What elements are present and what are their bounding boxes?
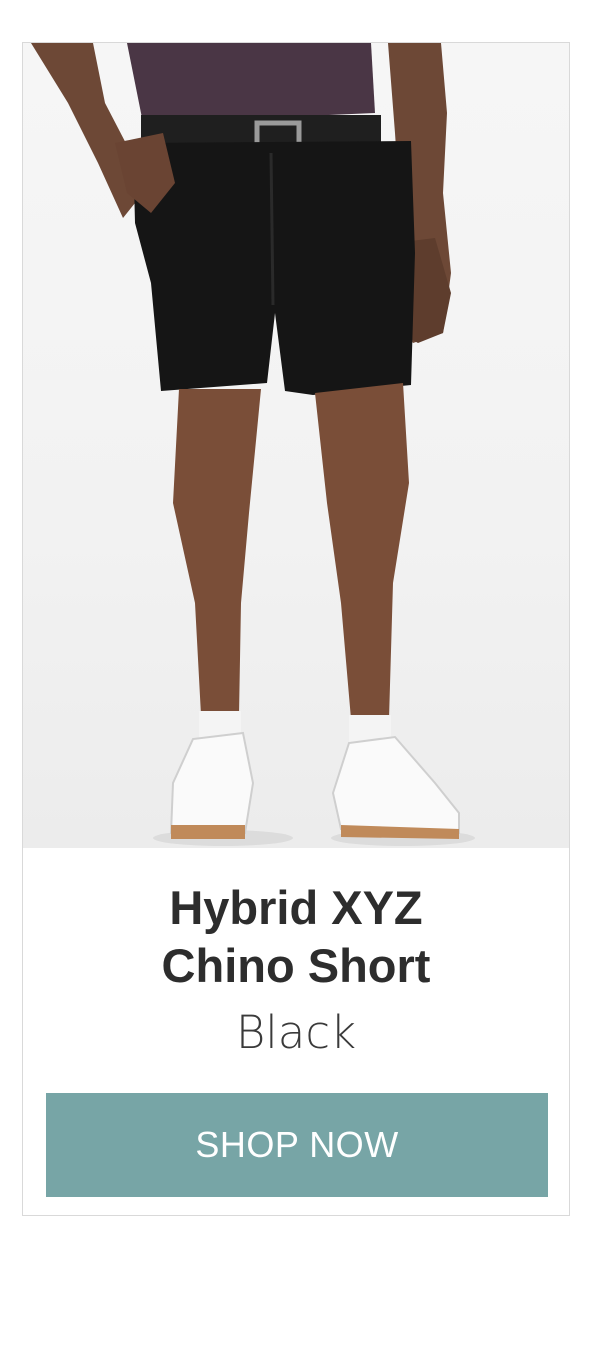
product-card: Hybrid XYZ Chino Short Black SHOP NOW: [22, 42, 570, 1216]
shop-now-button[interactable]: SHOP NOW: [46, 1093, 548, 1197]
product-title-line2: Chino Short: [161, 939, 431, 992]
product-color: Black: [235, 1006, 357, 1059]
product-image[interactable]: [23, 43, 569, 848]
product-title-line1: Hybrid XYZ: [169, 881, 423, 934]
shorts-photo-icon: [31, 43, 475, 846]
product-title[interactable]: Hybrid XYZ Chino Short: [23, 879, 569, 995]
